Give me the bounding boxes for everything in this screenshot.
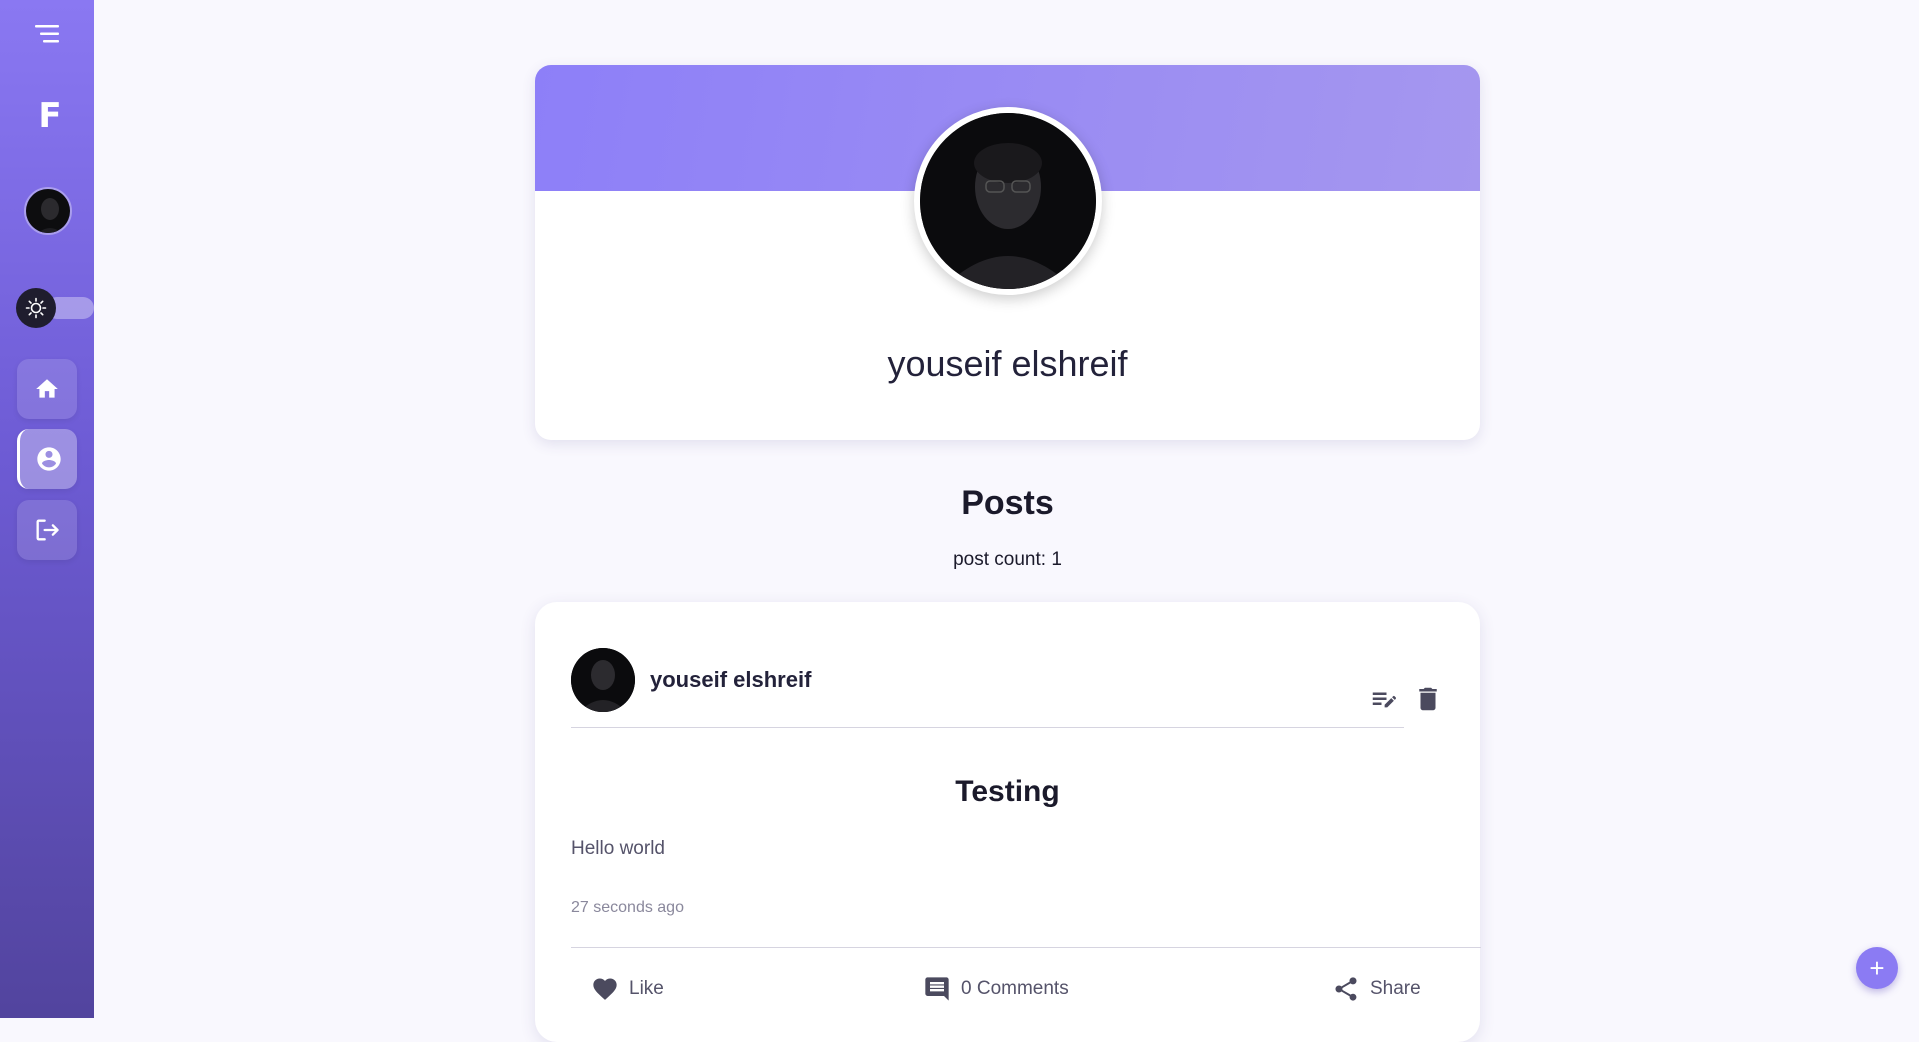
comments-label: 0 Comments [961,978,1069,999]
post-count: post count: 1 [953,549,1062,570]
profile-avatar[interactable] [914,107,1102,295]
nav-home-button[interactable] [17,359,77,419]
comment-icon [923,975,951,1003]
edit-post-button[interactable] [1369,685,1399,715]
post-body: Hello world [571,838,665,859]
menu-icon[interactable] [33,22,61,46]
share-label: Share [1370,978,1421,999]
post-author-name[interactable]: youseif elshreif [650,667,811,693]
plus-icon: + [1869,952,1885,983]
edit-note-icon [1369,685,1399,715]
post-card: youseif elshreif Testing Hello world 27 … [535,602,1481,1042]
comments-button[interactable]: 0 Comments [923,973,1069,1005]
heart-icon [591,975,619,1003]
post-author-avatar[interactable] [571,648,635,712]
delete-post-button[interactable] [1413,684,1443,714]
brand-logo: F [38,96,62,136]
sun-icon [16,288,56,328]
profile-card: youseif elshreif [535,65,1480,440]
share-icon [1332,975,1360,1003]
profile-name: youseif elshreif [887,343,1128,384]
add-post-button[interactable]: + [1856,947,1898,989]
like-label: Like [629,978,664,999]
trash-icon [1413,684,1443,714]
account-circle-icon [35,445,63,473]
divider [571,727,1404,728]
post-title: Testing [955,775,1060,808]
post-timestamp: 27 seconds ago [571,899,684,916]
posts-heading: Posts [961,484,1054,522]
share-button[interactable]: Share [1332,973,1421,1005]
home-icon [34,376,60,402]
theme-toggle[interactable] [16,288,94,328]
divider [571,947,1481,948]
like-button[interactable]: Like [591,973,664,1005]
sidebar-avatar[interactable] [24,187,72,235]
nav-profile-button[interactable] [17,429,77,489]
